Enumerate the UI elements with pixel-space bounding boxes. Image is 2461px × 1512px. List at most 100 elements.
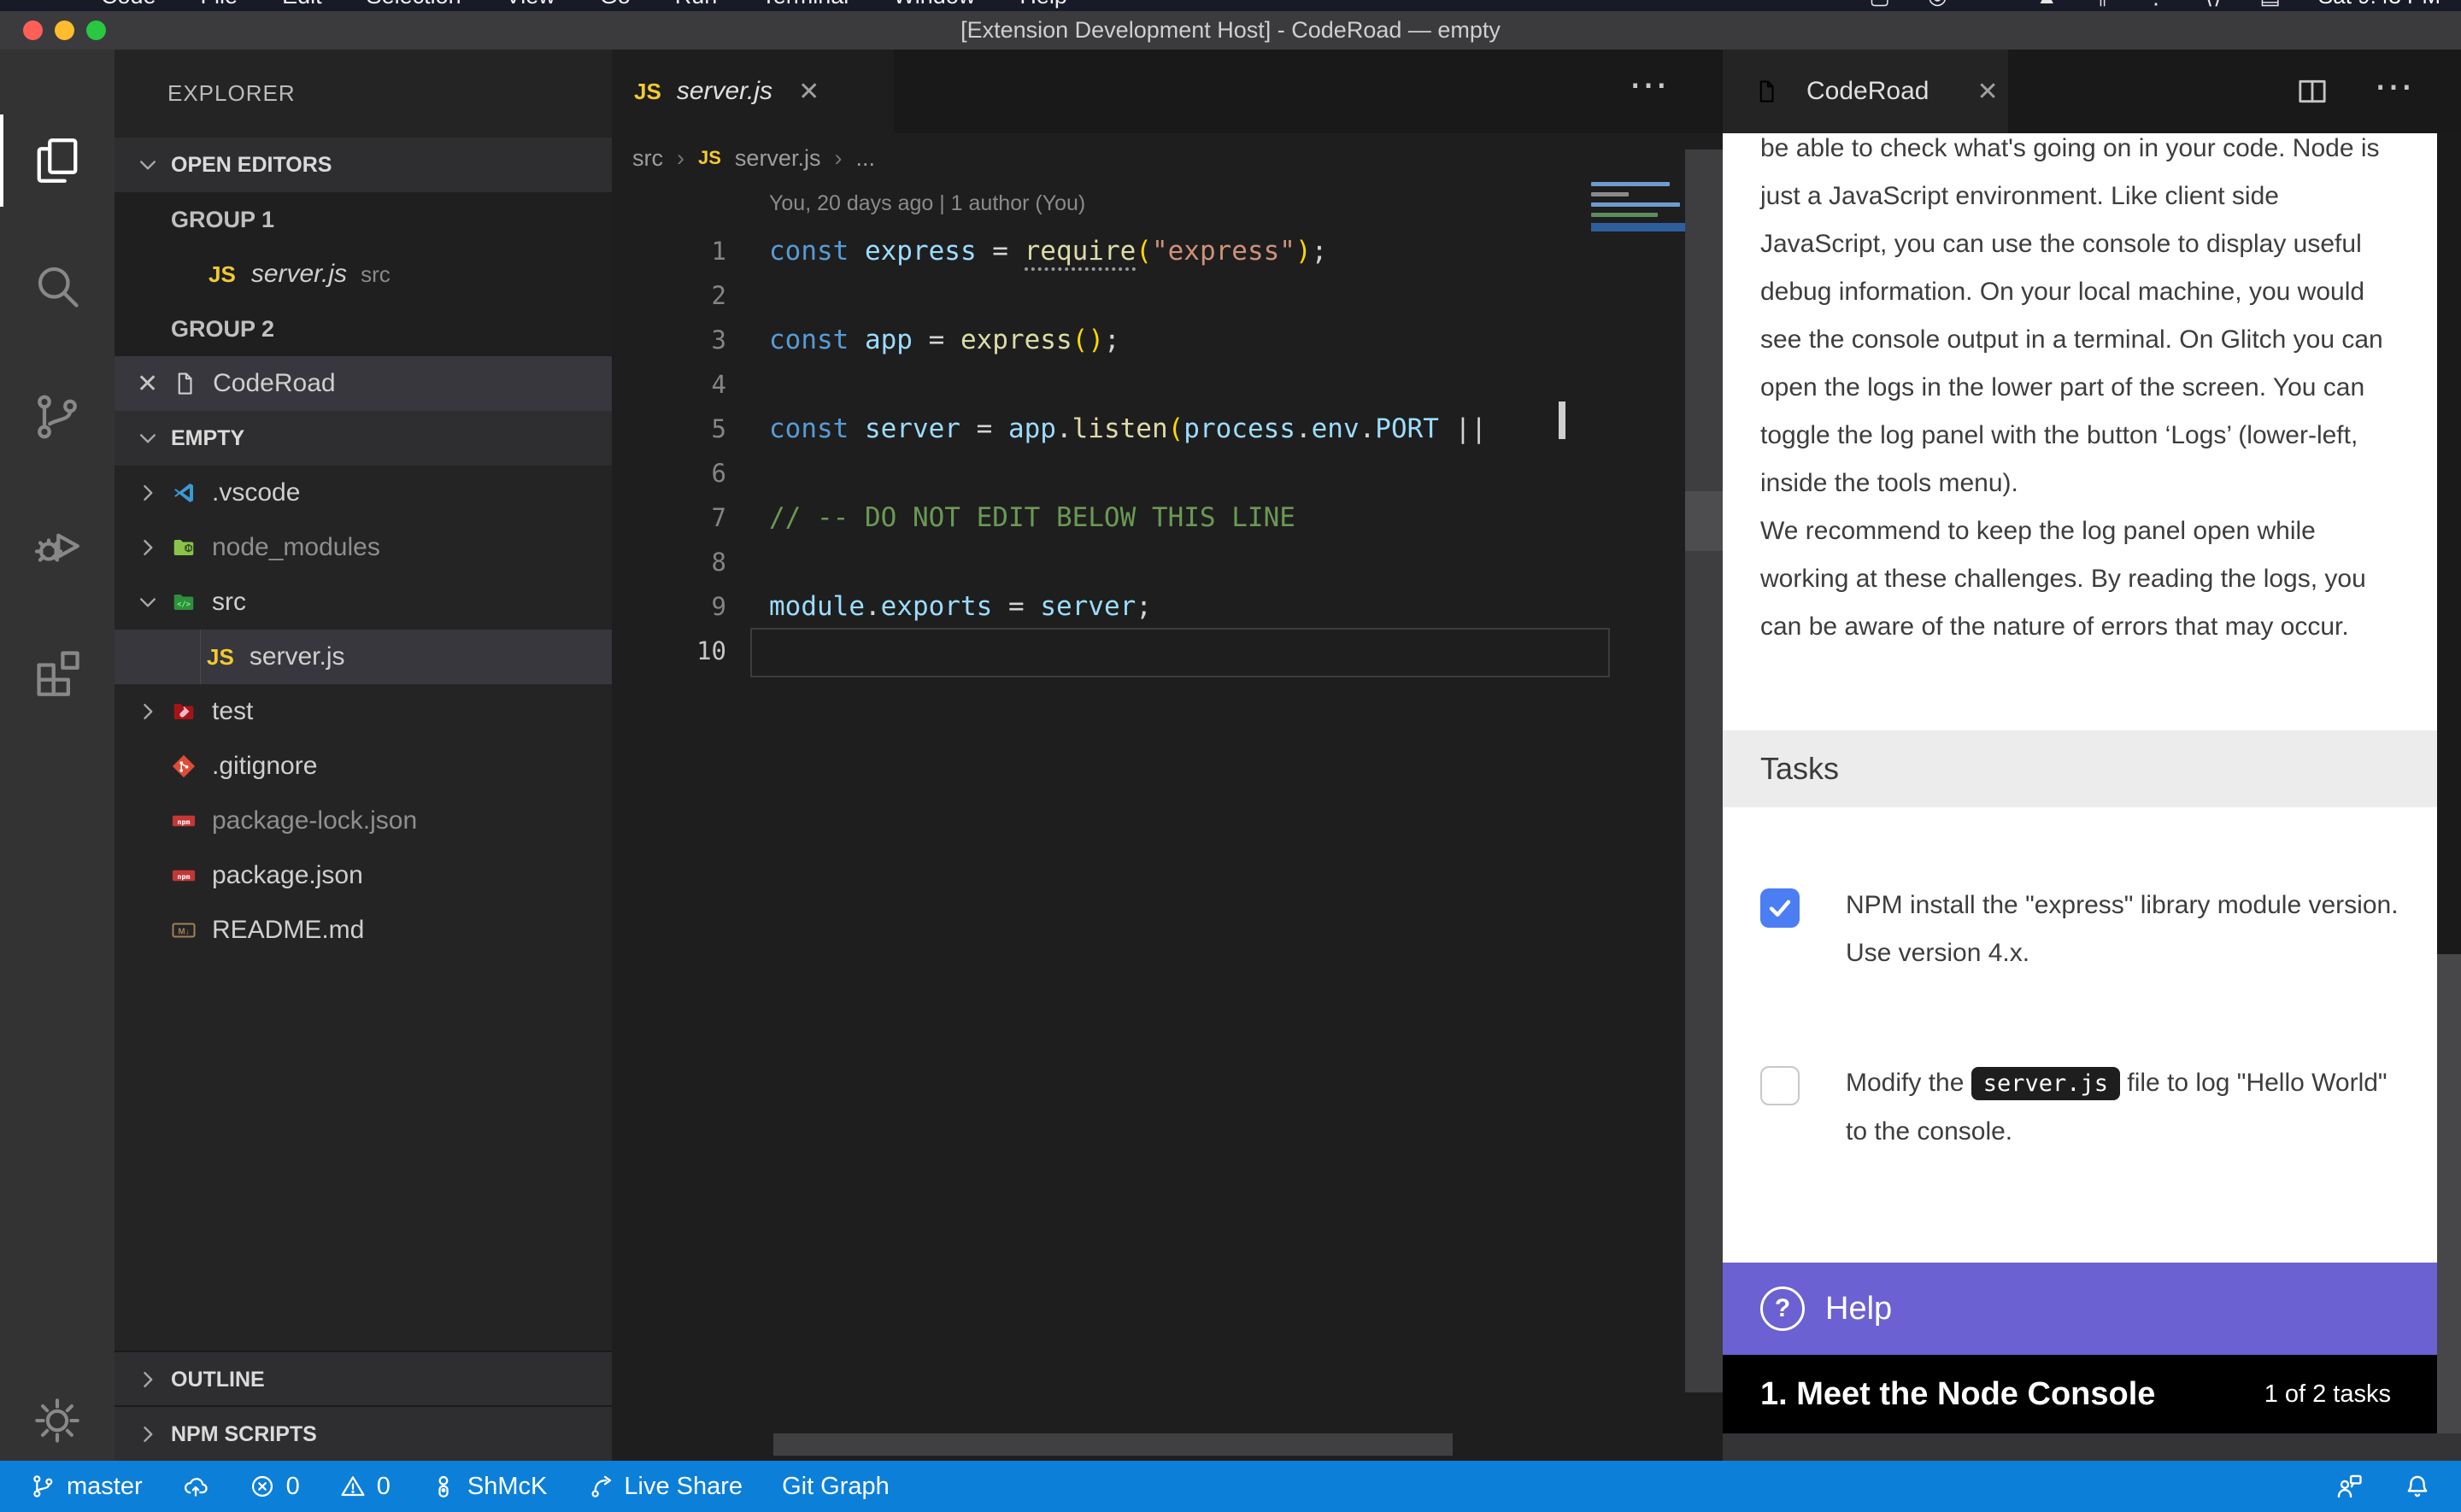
status-item-cloud-upload[interactable]	[182, 1473, 209, 1500]
status-item-bell[interactable]	[2403, 1472, 2432, 1501]
section-outline[interactable]: OUTLINE	[115, 1351, 612, 1407]
panel-more-actions-icon[interactable]: ⋯	[2374, 63, 2413, 109]
close-tab-icon[interactable]: ✕	[798, 77, 819, 107]
menu-items[interactable]: Code File Edit Selection View Go Run Terminal Wi…	[101, 0, 1067, 9]
breadcrumb[interactable]: src›JSserver.js›...	[632, 133, 875, 183]
code-token: module	[769, 591, 865, 622]
code-line-10[interactable]	[612, 629, 1603, 673]
tree-item-gitignore[interactable]: .gitignore	[115, 739, 612, 794]
folder-node-icon: JS	[171, 535, 197, 560]
menu-terminal[interactable]: Terminal	[761, 0, 849, 9]
webview-scrollbar-thumb[interactable]	[2437, 133, 2461, 954]
activity-item-explorer[interactable]	[0, 109, 115, 212]
split-editor-icon[interactable]	[2295, 74, 2329, 108]
chevron-right-icon	[133, 1420, 162, 1449]
svg-text:</>: </>	[177, 601, 191, 609]
menu-view[interactable]: View	[506, 0, 555, 9]
code-line-3[interactable]: const app = express();	[612, 318, 1603, 362]
menu-window[interactable]: Window	[893, 0, 975, 9]
tree-item-vscode[interactable]: .vscode	[115, 466, 612, 520]
status-item-feedback[interactable]	[2335, 1472, 2364, 1501]
tree-item-package-lockjson[interactable]: npmpackage-lock.json	[115, 794, 612, 848]
code-line-4[interactable]	[612, 362, 1603, 407]
tree-item-packagejson[interactable]: npmpackage.json	[115, 848, 612, 903]
breadcrumb-item[interactable]: ...	[855, 145, 875, 172]
horizontal-scrollbar[interactable]	[773, 1433, 1453, 1456]
activity-bar	[0, 50, 115, 1461]
activity-item-search[interactable]	[0, 235, 115, 337]
code-line-8[interactable]	[612, 540, 1603, 584]
menu-edit[interactable]: Edit	[282, 0, 322, 9]
activity-item-extensions[interactable]	[0, 620, 115, 723]
editor-more-actions-icon[interactable]: ⋯	[1629, 62, 1668, 108]
minimap-slider[interactable]	[1591, 223, 1685, 231]
status-item-0[interactable]: 0	[249, 1473, 300, 1501]
tab-coderoad[interactable]: CodeRoad ✕	[1723, 50, 2008, 133]
breadcrumb-separator: ›	[677, 145, 684, 172]
code-token: env	[1312, 413, 1360, 444]
help-bar[interactable]: ? Help	[1723, 1263, 2437, 1355]
status-item-git-graph[interactable]: Git Graph	[782, 1473, 890, 1501]
code-line-2[interactable]	[612, 273, 1603, 318]
activity-item-run-debug[interactable]	[0, 494, 115, 596]
status-item-0[interactable]: 0	[339, 1473, 391, 1501]
activity-item-source-control[interactable]	[0, 366, 115, 468]
status-item-master[interactable]: master	[29, 1473, 143, 1501]
menu-code[interactable]: Code	[101, 0, 156, 9]
menubar-status-icon[interactable]: ▲	[2035, 0, 2058, 9]
menu-go[interactable]: Go	[600, 0, 631, 9]
code-token: server	[865, 413, 960, 444]
tree-item-serverjs[interactable]: JSserver.js	[115, 630, 612, 684]
tree-item-test[interactable]: test	[115, 684, 612, 739]
status-item-label: 0	[377, 1473, 391, 1501]
section-label: OUTLINE	[171, 1368, 265, 1392]
menubar-status-icon[interactable]: ▢	[1869, 0, 1890, 9]
editor-panel-sash[interactable]	[1685, 149, 1723, 1392]
open-editor-item-server.js[interactable]: JSserver.jssrc	[115, 247, 612, 302]
open-editor-item-coderoad[interactable]: ✕CodeRoad	[115, 356, 612, 411]
status-item-live-share[interactable]: Live Share	[586, 1473, 743, 1501]
settings-gear-button[interactable]	[0, 1369, 115, 1472]
tree-item-src[interactable]: </>src	[115, 575, 612, 630]
status-right	[2335, 1472, 2461, 1501]
code-token: exports	[881, 591, 993, 622]
lesson-title-bar[interactable]: 1. Meet the Node Console 1 of 2 tasks	[1723, 1355, 2437, 1433]
menu-status-icons[interactable]: ▢◎⌁▲¶⋮⟨⟩▤Sat 9:43 PM	[1869, 0, 2440, 9]
breadcrumb-item[interactable]: src	[632, 145, 663, 172]
menu-file[interactable]: File	[201, 0, 238, 9]
code-line-1[interactable]: const express = require("express");	[612, 229, 1603, 273]
tab-server-js[interactable]: JS server.js ✕	[612, 50, 894, 133]
section-npm-scripts[interactable]: NPM SCRIPTS	[115, 1405, 612, 1461]
section-open-editors[interactable]: OPEN EDITORS	[115, 138, 612, 192]
menubar-status-icon[interactable]: ⌁	[1985, 0, 1999, 9]
sash-thumb[interactable]	[1685, 491, 1723, 551]
code-token: )	[1295, 236, 1312, 267]
close-editor-icon[interactable]: ✕	[137, 369, 158, 399]
minimap-line	[1591, 202, 1680, 207]
task-checkbox-checked[interactable]	[1760, 888, 1800, 928]
code-token: app	[865, 325, 913, 355]
group-label: GROUP 2	[171, 316, 274, 343]
menubar-status-icon[interactable]: ⟨⟩	[2205, 0, 2222, 9]
tree-item-node_modules[interactable]: JSnode_modules	[115, 520, 612, 575]
codelens-annotation[interactable]: You, 20 days ago | 1 author (You)	[769, 191, 1085, 216]
code-line-5[interactable]: const server = app.listen(process.env.PO…	[612, 407, 1603, 451]
menubar-status-icon[interactable]: ¶	[2095, 0, 2107, 9]
webview-scrollbar-track[interactable]	[2437, 954, 2461, 1433]
menu-selection[interactable]: Selection	[367, 0, 461, 9]
menu-run[interactable]: Run	[675, 0, 718, 9]
menubar-status-icon[interactable]: ▤	[2259, 0, 2281, 9]
tree-item-READMEmd[interactable]: M↓README.md	[115, 903, 612, 958]
status-item-shmck[interactable]: ShMcK	[430, 1473, 547, 1501]
code-line-7[interactable]: // -- DO NOT EDIT BELOW THIS LINE	[612, 495, 1603, 540]
code-line-9[interactable]: module.exports = server;	[612, 584, 1603, 629]
menu-help[interactable]: Help	[1019, 0, 1067, 9]
menubar-status-icon[interactable]: ⋮	[2145, 0, 2167, 9]
breadcrumb-item[interactable]: server.js	[735, 145, 821, 172]
code-line-6[interactable]	[612, 451, 1603, 495]
coderoad-webview: be able to check what's going on in your…	[1723, 133, 2437, 1263]
section-empty-folder[interactable]: EMPTY	[115, 411, 612, 466]
close-tab-icon[interactable]: ✕	[1976, 77, 1998, 107]
task-checkbox-unchecked[interactable]	[1760, 1066, 1800, 1105]
menubar-status-icon[interactable]: ◎	[1928, 0, 1947, 9]
